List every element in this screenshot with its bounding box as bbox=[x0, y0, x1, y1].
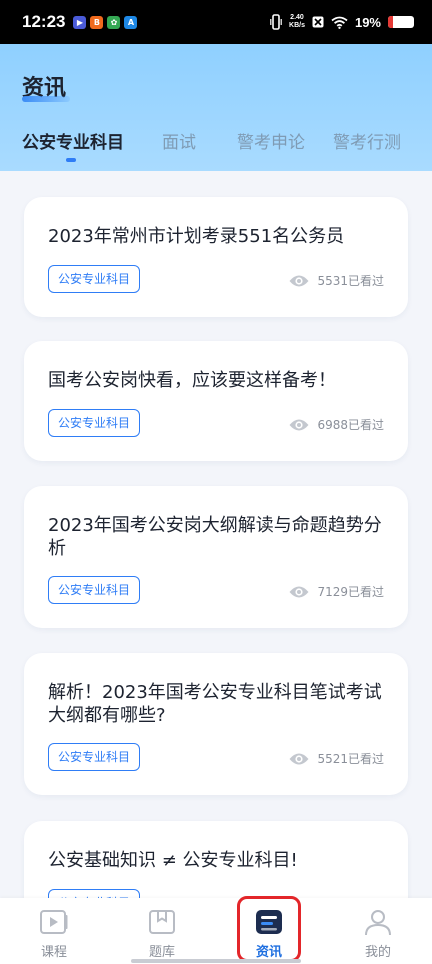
view-count-label: 6988已看过 bbox=[317, 418, 384, 432]
article-card[interactable]: 解析！2023年国考公安专业科目笔试考试大纲都有哪些? 公安专业科目 5521已… bbox=[24, 653, 408, 795]
article-card[interactable]: 2023年常州市计划考录551名公务员 公安专业科目 5531已看过 bbox=[24, 197, 408, 317]
nav-label-news: 资讯 bbox=[255, 945, 282, 960]
status-bar: 12:23 ▶ B ✿ A 2.40 KB/s 19% bbox=[0, 0, 432, 44]
article-tag[interactable]: 公安专业科目 bbox=[48, 889, 141, 898]
blue-app-icon: A bbox=[124, 15, 138, 29]
eye-icon bbox=[289, 586, 309, 597]
tab-public-security-subjects[interactable]: 公安专业科目 bbox=[22, 128, 124, 153]
eye-icon bbox=[289, 419, 309, 430]
nav-item-question-bank[interactable]: 题库 bbox=[132, 898, 192, 964]
battery-percent: 19% bbox=[354, 14, 381, 30]
photos-app-icon: ✿ bbox=[107, 15, 121, 29]
active-tab-indicator bbox=[66, 158, 76, 162]
tab-interview[interactable]: 面试 bbox=[162, 128, 196, 153]
home-indicator bbox=[131, 959, 301, 963]
network-speed: 2.40 KB/s bbox=[289, 14, 305, 29]
view-count-label: 5521已看过 bbox=[317, 752, 384, 766]
view-count-label: 7129已看过 bbox=[317, 585, 384, 599]
wifi-icon bbox=[331, 16, 348, 29]
eye-icon bbox=[289, 753, 309, 764]
tab-police-aptitude[interactable]: 警考行测 bbox=[333, 128, 401, 153]
eye-icon bbox=[289, 275, 309, 286]
title-underline bbox=[22, 96, 70, 102]
view-count: 6988已看过 bbox=[289, 416, 384, 433]
news-icon bbox=[256, 910, 282, 934]
view-count: 7129已看过 bbox=[289, 583, 384, 600]
nav-item-news[interactable]: 资讯 bbox=[239, 898, 299, 964]
nav-label-question-bank: 题库 bbox=[148, 945, 175, 960]
view-count: 5531已看过 bbox=[289, 272, 384, 289]
article-card[interactable]: 国考公安岗快看，应该要这样备考！ 公安专业科目 6988已看过 bbox=[24, 341, 408, 461]
article-card[interactable]: 公安基础知识 ≠ 公安专业科目! 公安专业科目 bbox=[24, 821, 408, 898]
article-list[interactable]: 2023年常州市计划考录551名公务员 公安专业科目 5531已看过 国考公安岗… bbox=[0, 171, 432, 898]
play-course-icon bbox=[40, 910, 68, 934]
status-app-icons: ▶ B ✿ A bbox=[73, 15, 138, 29]
bottom-nav: 课程 题库 资讯 我的 bbox=[0, 898, 432, 964]
article-title: 公安基础知识 ≠ 公安专业科目! bbox=[48, 850, 298, 871]
article-title: 2023年国考公安岗大纲解读与命题趋势分析 bbox=[48, 515, 382, 559]
tab-police-essay[interactable]: 警考申论 bbox=[237, 128, 305, 153]
header: 资讯 公安专业科目 面试 警考申论 警考行测 bbox=[0, 44, 432, 171]
profile-icon bbox=[365, 910, 391, 936]
article-title: 2023年常州市计划考录551名公务员 bbox=[48, 226, 345, 247]
nav-item-profile[interactable]: 我的 bbox=[348, 898, 408, 964]
article-tag[interactable]: 公安专业科目 bbox=[48, 576, 141, 604]
view-count: 5521已看过 bbox=[289, 750, 384, 767]
view-count-label: 5531已看过 bbox=[317, 274, 384, 288]
nav-label-course: 课程 bbox=[40, 945, 67, 960]
nav-label-profile: 我的 bbox=[364, 945, 391, 960]
article-title: 国考公安岗快看，应该要这样备考！ bbox=[48, 370, 336, 391]
article-title: 解析！2023年国考公安专业科目笔试考试大纲都有哪些? bbox=[48, 682, 382, 726]
question-bank-icon bbox=[149, 910, 175, 934]
article-tag[interactable]: 公安专业科目 bbox=[48, 743, 141, 771]
battery-level bbox=[388, 16, 393, 28]
article-tag[interactable]: 公安专业科目 bbox=[48, 265, 141, 293]
battery-icon bbox=[388, 16, 414, 28]
orange-app-icon: B bbox=[90, 15, 104, 29]
status-time: 12:23 bbox=[22, 12, 66, 31]
video-app-icon: ▶ bbox=[73, 15, 87, 29]
article-card[interactable]: 2023年国考公安岗大纲解读与命题趋势分析 公安专业科目 7129已看过 bbox=[24, 486, 408, 628]
status-indicators: 2.40 KB/s 19% bbox=[270, 14, 414, 30]
nav-item-course[interactable]: 课程 bbox=[24, 898, 84, 964]
article-tag[interactable]: 公安专业科目 bbox=[48, 409, 141, 437]
vibrate-icon bbox=[270, 14, 282, 30]
no-sim-icon bbox=[312, 16, 324, 28]
